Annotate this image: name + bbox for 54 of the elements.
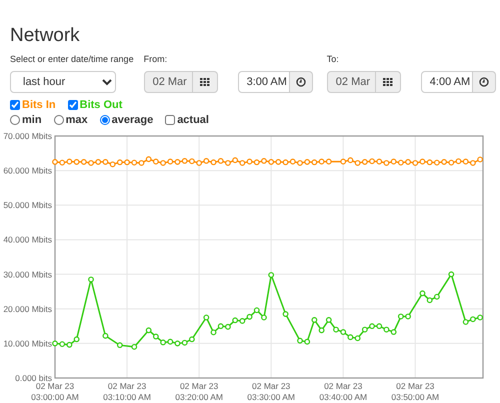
range-select[interactable]: last hour (10, 71, 116, 93)
y-axis-label: 60.000 Mbits (3, 166, 52, 176)
time-field[interactable]: 4:00 AM (420, 71, 473, 93)
mode-radio[interactable] (100, 115, 110, 125)
legend-label: Bits Out (80, 98, 122, 112)
mode-radio[interactable] (10, 115, 20, 125)
data-point (88, 276, 94, 282)
time-field[interactable]: 3:00 AM (238, 71, 290, 93)
x-axis-label: 02 Mar 23 03:10:00 AM (103, 381, 151, 402)
mode-radio[interactable] (54, 115, 64, 125)
date-range-label: To: (326, 53, 340, 65)
x-axis-label: 02 Mar 23 03:30:00 AM (247, 381, 296, 402)
series-checkbox[interactable] (68, 100, 78, 110)
data-point (268, 272, 274, 278)
x-axis-label: 02 Mar 23 03:20:00 AM (175, 381, 223, 402)
data-point (131, 344, 138, 350)
calendar-grid-icon (200, 78, 210, 86)
clock-button[interactable] (290, 71, 313, 93)
mode-label: actual (177, 113, 209, 127)
clock-button[interactable] (472, 71, 496, 93)
data-point (448, 271, 454, 278)
clock-icon (478, 77, 489, 87)
date-field[interactable]: 02 Mar (326, 71, 376, 93)
data-point (203, 314, 210, 320)
x-axis-label: 02 Mar 23 03:00:00 AM (31, 381, 79, 402)
y-axis-label: 50.000 Mbits (3, 200, 52, 210)
date-range-label: From: (144, 53, 168, 65)
mode-checkbox[interactable] (165, 115, 176, 125)
date-field[interactable]: 02 Mar (144, 71, 193, 93)
mode-label: average (112, 113, 154, 127)
data-point (102, 332, 108, 339)
calendar-grid-icon (382, 78, 393, 86)
data-point (282, 311, 288, 317)
data-point (116, 342, 123, 348)
mode-label: min (22, 113, 42, 127)
x-axis-label: 02 Mar 23 03:40:00 AM (319, 381, 368, 402)
y-axis-label: 30.000 Mbits (3, 269, 52, 280)
calendar-button[interactable] (192, 71, 218, 93)
y-axis-label: 20.000 Mbits (3, 304, 52, 314)
data-point (326, 317, 332, 323)
page-title: Network (9, 24, 81, 47)
legend-label: Bits In (22, 98, 56, 112)
calendar-button[interactable] (376, 71, 401, 93)
range-label: Select or enter date/time range (10, 53, 134, 65)
data-point (312, 317, 318, 323)
clock-icon (296, 77, 306, 87)
series-checkbox[interactable] (10, 100, 20, 110)
y-axis-label: 0.000 bits (15, 373, 52, 383)
y-axis-label: 40.000 Mbits (3, 234, 52, 245)
data-point (318, 327, 324, 334)
x-axis-label: 02 Mar 23 03:50:00 AM (391, 381, 440, 402)
y-axis-label: 10.000 Mbits (3, 338, 52, 348)
mode-label: max (66, 113, 88, 127)
y-axis-label: 70.000 Mbits (3, 131, 52, 141)
